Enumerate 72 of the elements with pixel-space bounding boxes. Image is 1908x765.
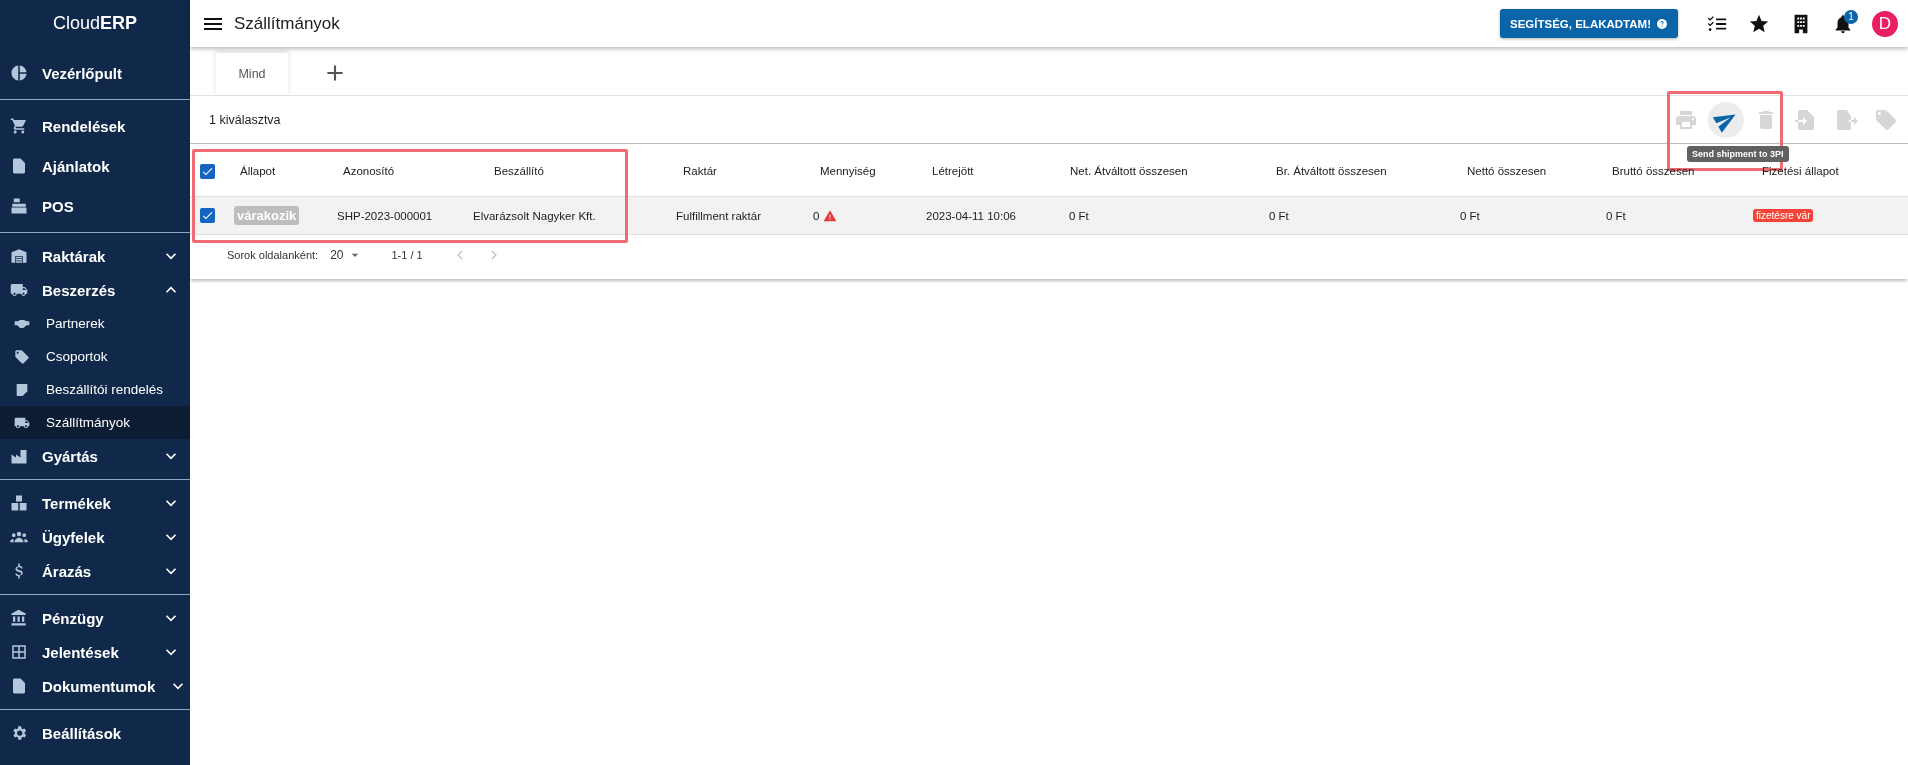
table-cell: 0 Ft [1269,209,1289,222]
note-icon [14,381,30,398]
pie-chart-icon [10,64,28,82]
notification-count: 1 [1844,9,1858,24]
column-header[interactable]: Br. Átváltott összesen [1276,165,1387,177]
sidebar-item[interactable]: Ügyfelek [0,520,190,554]
sidebar-item[interactable]: Beállítások [0,716,190,750]
tag-icon [1874,107,1898,132]
sidebar-item[interactable]: Árazás [0,554,190,588]
document-export-icon [1834,107,1858,132]
cart-icon [10,117,28,135]
table-cell: 0 [813,209,820,222]
payment-status-badge: fizetésre vár [1753,209,1814,222]
table-cell: SHP-2023-000001 [337,209,433,222]
sidebar-subitem[interactable]: Csoportok [0,340,190,373]
status-chip: várakozik [234,206,300,225]
bank-icon [10,609,28,627]
page-title: Szállítmányok [234,13,341,34]
table-icon [10,643,28,661]
check-icon [201,209,214,222]
column-header[interactable]: Nettó összesen [1467,165,1547,177]
sidebar-item[interactable]: Termékek [0,486,190,520]
table-cell: 0 Ft [1460,209,1480,222]
tooltip: Send shipment to 3PI [1687,146,1789,162]
column-header[interactable]: Bruttó összesen [1612,165,1695,177]
warehouse-icon [10,247,28,265]
checkbox[interactable] [200,163,215,179]
page-range: 1-1 / 1 [391,249,423,261]
sidebar-subitem[interactable]: Szállítmányok [0,406,190,439]
sidebar-item[interactable]: Ajánlatok [0,146,190,186]
boxes-icon [10,494,28,512]
column-header[interactable]: Net. Átváltott összesen [1070,165,1188,177]
question-icon [1656,17,1668,30]
selection-count: 1 kiválasztva [209,112,282,127]
rows-per-page-label: Sorok oldalanként: [227,249,319,261]
action-button[interactable] [1708,101,1744,138]
column-header[interactable]: Azonosító [343,165,395,177]
table-cell: 0 Ft [1606,209,1626,222]
help-button[interactable]: SEGÍTSÉG, ELAKADTAM! [1500,9,1678,38]
truck-icon [10,281,28,299]
column-header[interactable]: Állapot [240,165,276,177]
column-header[interactable]: Fizetési állapot [1762,165,1839,177]
sidebar-item[interactable]: Jelentések [0,635,190,669]
sidebar-item[interactable]: Beszerzés [0,273,190,307]
checkbox[interactable] [200,208,215,223]
table-cell: Elvarázsolt Nagyker Kft. [473,209,596,222]
app-logo: CloudERP [51,12,138,35]
notifications-button[interactable]: 1 [1826,6,1860,41]
tag-icon [14,348,30,365]
cash-register-icon [10,197,28,215]
sidebar-item[interactable]: Rendelések [0,106,190,146]
tab[interactable]: Mind [216,53,288,95]
sidebar-item[interactable]: Gyártás [0,439,190,473]
sidebar-item[interactable]: Dokumentumok [0,669,190,703]
user-avatar[interactable]: D [1872,10,1898,37]
document-icon [10,677,28,695]
sidebar-subitem[interactable]: Partnerek [0,307,190,340]
table-cell: 0 Ft [1069,209,1089,222]
sidebar-item[interactable]: POS [0,186,190,226]
sidebar-item[interactable]: Pénzügy [0,601,190,635]
sidebar-item[interactable]: Raktárak [0,239,190,273]
document-icon [10,157,28,175]
rows-per-page-select[interactable]: 20 [330,247,364,263]
table-cell: Fulfillment raktár [676,209,761,222]
column-header[interactable]: Raktár [683,165,717,177]
factory-icon [10,447,28,465]
column-header[interactable]: Mennyiség [820,165,876,177]
column-header[interactable]: Létrejött [932,165,974,177]
table-cell: 2023-04-11 10:06 [926,209,1016,222]
sidebar-item[interactable]: Vezérlőpult [0,53,190,93]
sidebar-subitem[interactable]: Beszállítói rendelés [0,373,190,406]
column-header[interactable]: Beszállító [494,165,544,177]
